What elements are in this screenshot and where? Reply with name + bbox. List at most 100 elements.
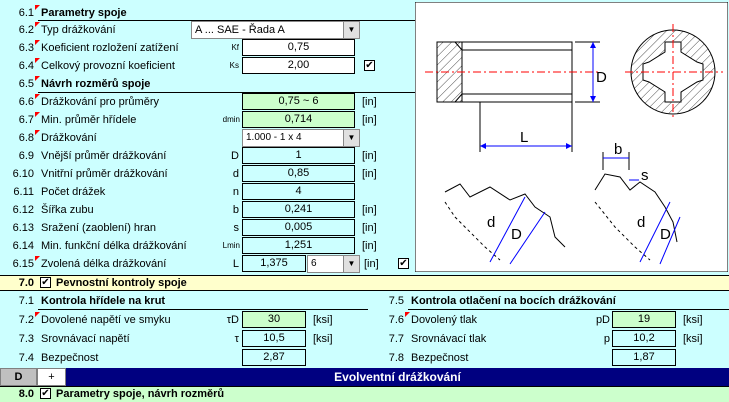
field-label: Min. funkční délka drážkování	[41, 240, 187, 252]
row-number: 6.10	[12, 168, 34, 180]
field-label: Dovolené napětí ve smyku	[41, 314, 171, 326]
row-number: 6.5	[18, 78, 34, 90]
allowable-pressure-input[interactable]: 19	[612, 311, 676, 328]
unit: [in]	[362, 150, 377, 162]
comment-marker	[35, 94, 40, 99]
spline-type-select[interactable]: A ... SAE - Řada A ▼	[191, 21, 360, 39]
row-6-7: 6.7 Min. průměr hřídele dmin 0,714 [in]	[0, 111, 415, 129]
label-outer-diameter: D	[596, 69, 607, 86]
length-select[interactable]: 6 ▼	[307, 255, 360, 273]
comment-marker	[35, 312, 40, 317]
symbol: Kf	[231, 43, 239, 52]
min-shaft-diameter-value: 0,714	[242, 111, 355, 128]
row-number: 7.2	[18, 314, 34, 326]
tooth-width-value: 0,241	[242, 201, 355, 218]
symbol: τ	[234, 333, 239, 345]
comment-marker	[35, 22, 40, 27]
field-label: Koeficient rozložení zatížení	[41, 42, 179, 54]
field-label: Vnitřní průměr drážkování	[41, 168, 168, 180]
label-inner-diameter-right: d	[637, 214, 645, 231]
section-tab-bar: D + Evolventní drážkování	[0, 368, 729, 386]
symbol: τD	[226, 314, 239, 326]
row-6-14: 6.14 Min. funkční délka drážkování Lmin …	[0, 237, 415, 255]
symbol: dmin	[222, 115, 240, 124]
chosen-length-value: 1,375	[242, 255, 306, 272]
strength-check-checkbox[interactable]: ✔	[40, 277, 51, 288]
tab-expand[interactable]: +	[37, 368, 66, 386]
row-7-2: 7.2 Dovolené napětí ve smyku τD 30 [ksi]…	[0, 311, 729, 329]
field-label: Min. průměr hřídele	[41, 114, 137, 126]
label-outer-diameter-right: D	[660, 226, 671, 243]
parameters-checkbox[interactable]: ✔	[40, 388, 51, 399]
chevron-down-icon[interactable]: ▼	[343, 130, 359, 146]
chevron-down-icon[interactable]: ▼	[343, 22, 359, 38]
symbol: d	[232, 168, 239, 180]
row-number: 7.4	[18, 352, 34, 364]
section-6-panel: 6.1 Parametry spoje 6.2 Typ drážkování A…	[0, 0, 415, 274]
field-label: Šířka zubu	[41, 204, 94, 216]
chamfer-value: 0,005	[242, 219, 355, 236]
label-inner-diameter-left: d	[487, 214, 495, 231]
comment-marker	[35, 76, 40, 81]
symbol: Lmin	[222, 241, 240, 250]
value: 0,75	[287, 41, 310, 53]
spline-diagram: D L d D b s d D	[415, 2, 728, 272]
section-title: Evolventní drážkování	[334, 370, 461, 384]
value: 4	[295, 185, 302, 197]
unit: [in]	[364, 258, 379, 270]
comment-marker	[405, 312, 410, 317]
row-number: 7.0	[18, 277, 34, 289]
unit: [ksi]	[683, 314, 703, 326]
row-6-10: 6.10 Vnitřní průměr drážkování d 0,85 [i…	[0, 165, 415, 183]
number-of-splines-value: 4	[242, 183, 355, 200]
row-number: 7.1	[18, 295, 34, 307]
field-label: Sražení (zaoblení) hran	[41, 222, 156, 234]
value: 1	[295, 149, 302, 161]
label-tooth-width: b	[614, 141, 622, 158]
section-heading: Kontrola otlačení na bocích drážkování	[411, 295, 616, 307]
comment-marker	[35, 130, 40, 135]
service-factor-input[interactable]: 2,00	[242, 57, 355, 74]
symbol: D	[231, 150, 239, 162]
spline-calculator-window: { "section6": { "rows": [ {"num":"6.1","…	[0, 0, 729, 402]
allowable-shear-input[interactable]: 30	[242, 311, 306, 328]
section-8-header: 8.0 ✔ Parametry spoje, návrh rozměrů	[0, 386, 729, 402]
length-checkbox[interactable]: ✔	[398, 258, 409, 269]
select-value: 1.000 - 1 x 4	[246, 132, 302, 143]
field-label: Drážkování	[41, 132, 97, 144]
section-heading: Parametry spoje, návrh rozměrů	[56, 388, 225, 400]
unit: [in]	[362, 240, 377, 252]
value: 10,5	[263, 332, 285, 344]
unit: [in]	[362, 204, 377, 216]
unit: [ksi]	[683, 333, 703, 345]
spline-size-select[interactable]: 1.000 - 1 x 4 ▼	[242, 129, 360, 147]
tab-d[interactable]: D	[0, 368, 37, 386]
divider	[38, 309, 368, 310]
section-7-header: 7.0 ✔ Pevnostní kontroly spoje	[0, 275, 729, 291]
equivalent-stress-value: 10,5	[242, 330, 306, 347]
label-outer-diameter-left: D	[511, 226, 522, 243]
load-distribution-input[interactable]: 0,75	[242, 39, 355, 56]
value: 0,85	[287, 167, 310, 179]
field-label: Typ drážkování	[41, 24, 116, 36]
row-6-9: 6.9 Vnější průměr drážkování D 1 [in]	[0, 147, 415, 165]
chevron-down-icon[interactable]: ▼	[343, 256, 359, 272]
field-label: Bezpečnost	[411, 352, 469, 364]
diameter-range-value: 0,75 ~ 6	[242, 93, 355, 110]
row-6-13: 6.13 Sražení (zaoblení) hran s 0,005 [in…	[0, 219, 415, 237]
symbol: L	[232, 258, 239, 270]
field-label: Zvolená délka drážkování	[41, 258, 167, 270]
row-6-2: 6.2 Typ drážkování A ... SAE - Řada A ▼	[0, 21, 415, 39]
value: 30	[267, 313, 281, 325]
row-6-3: 6.3 Koeficient rozložení zatížení Kf 0,7…	[0, 39, 415, 57]
label-length: L	[520, 129, 528, 146]
row-number: 6.11	[13, 186, 34, 198]
service-factor-checkbox[interactable]: ✔	[364, 60, 375, 71]
select-value: A ... SAE - Řada A	[195, 24, 285, 36]
label-chamfer: s	[641, 167, 649, 184]
comment-marker	[35, 5, 40, 10]
row-7-3: 7.3 Srovnávací napětí τ 10,5 [ksi] 7.7 S…	[0, 330, 729, 348]
symbol: s	[233, 222, 240, 234]
field-label: Bezpečnost	[41, 352, 99, 364]
value: 1,375	[260, 257, 288, 269]
